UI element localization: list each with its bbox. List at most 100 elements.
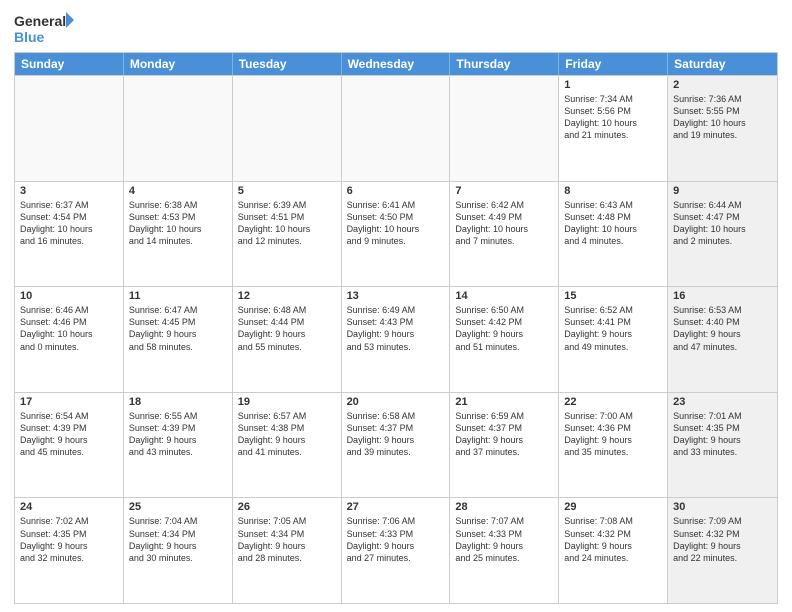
day-number: 14: [455, 290, 553, 302]
calendar-week: 3 Sunrise: 6:37 AM Sunset: 4:54 PM Daylig…: [15, 181, 777, 287]
calendar-header-cell: Wednesday: [342, 53, 451, 75]
calendar-cell: 12 Sunrise: 6:48 AM Sunset: 4:44 PM Dayli…: [233, 287, 342, 392]
cell-info: Sunrise: 6:39 AM Sunset: 4:51 PM Dayligh…: [238, 199, 336, 248]
calendar-cell: 28 Sunrise: 7:07 AM Sunset: 4:33 PM Dayli…: [450, 498, 559, 603]
cell-info: Sunrise: 7:01 AM Sunset: 4:35 PM Dayligh…: [673, 410, 772, 459]
calendar-cell: 9 Sunrise: 6:44 AM Sunset: 4:47 PM Daylig…: [668, 182, 777, 287]
calendar-cell: 17 Sunrise: 6:54 AM Sunset: 4:39 PM Dayli…: [15, 393, 124, 498]
calendar-cell: 22Sunrise: 7:00 AM Sunset: 4:36 PM Dayli…: [559, 393, 668, 498]
logo: GeneralBlue: [14, 10, 74, 46]
calendar-week: 17 Sunrise: 6:54 AM Sunset: 4:39 PM Dayli…: [15, 392, 777, 498]
day-number: 24: [20, 501, 118, 513]
day-number: 2: [673, 79, 772, 91]
svg-text:General: General: [14, 13, 66, 29]
calendar-cell: 5 Sunrise: 6:39 AM Sunset: 4:51 PM Daylig…: [233, 182, 342, 287]
cell-info: Sunrise: 7:04 AM Sunset: 4:34 PM Dayligh…: [129, 515, 227, 564]
calendar-cell: 2 Sunrise: 7:36 AM Sunset: 5:55 PM Daylig…: [668, 76, 777, 181]
cell-info: Sunrise: 6:48 AM Sunset: 4:44 PM Dayligh…: [238, 304, 336, 353]
calendar-header-cell: Friday: [559, 53, 668, 75]
header: GeneralBlue: [14, 10, 778, 46]
calendar-cell: 23 Sunrise: 7:01 AM Sunset: 4:35 PM Dayli…: [668, 393, 777, 498]
cell-info: Sunrise: 6:46 AM Sunset: 4:46 PM Dayligh…: [20, 304, 118, 353]
day-number: 25: [129, 501, 227, 513]
calendar: SundayMondayTuesdayWednesdayThursdayFrid…: [14, 52, 778, 604]
cell-info: Sunrise: 7:02 AM Sunset: 4:35 PM Dayligh…: [20, 515, 118, 564]
day-number: 29: [564, 501, 662, 513]
calendar-cell: [124, 76, 233, 181]
day-number: 11: [129, 290, 227, 302]
day-number: 19: [238, 396, 336, 408]
cell-info: Sunrise: 6:43 AM Sunset: 4:48 PM Dayligh…: [564, 199, 662, 248]
cell-info: Sunrise: 6:44 AM Sunset: 4:47 PM Dayligh…: [673, 199, 772, 248]
day-number: 6: [347, 185, 445, 197]
cell-info: Sunrise: 7:36 AM Sunset: 5:55 PM Dayligh…: [673, 93, 772, 142]
day-number: 9: [673, 185, 772, 197]
day-number: 26: [238, 501, 336, 513]
calendar-cell: 13 Sunrise: 6:49 AM Sunset: 4:43 PM Dayli…: [342, 287, 451, 392]
day-number: 27: [347, 501, 445, 513]
calendar-header: SundayMondayTuesdayWednesdayThursdayFrid…: [15, 53, 777, 75]
calendar-cell: 20 Sunrise: 6:58 AM Sunset: 4:37 PM Dayli…: [342, 393, 451, 498]
calendar-cell: 11 Sunrise: 6:47 AM Sunset: 4:45 PM Dayli…: [124, 287, 233, 392]
calendar-cell: 7 Sunrise: 6:42 AM Sunset: 4:49 PM Daylig…: [450, 182, 559, 287]
cell-info: Sunrise: 6:42 AM Sunset: 4:49 PM Dayligh…: [455, 199, 553, 248]
calendar-header-cell: Tuesday: [233, 53, 342, 75]
cell-info: Sunrise: 6:37 AM Sunset: 4:54 PM Dayligh…: [20, 199, 118, 248]
day-number: 30: [673, 501, 772, 513]
calendar-header-cell: Monday: [124, 53, 233, 75]
day-number: 15: [564, 290, 662, 302]
calendar-cell: 24 Sunrise: 7:02 AM Sunset: 4:35 PM Dayli…: [15, 498, 124, 603]
cell-info: Sunrise: 6:55 AM Sunset: 4:39 PM Dayligh…: [129, 410, 227, 459]
calendar-cell: 30 Sunrise: 7:09 AM Sunset: 4:32 PM Dayli…: [668, 498, 777, 603]
day-number: 4: [129, 185, 227, 197]
day-number: 1: [564, 79, 662, 91]
day-number: 21: [455, 396, 553, 408]
calendar-header-cell: Sunday: [15, 53, 124, 75]
cell-info: Sunrise: 7:00 AM Sunset: 4:36 PM Dayligh…: [564, 410, 662, 459]
calendar-header-cell: Thursday: [450, 53, 559, 75]
cell-info: Sunrise: 7:05 AM Sunset: 4:34 PM Dayligh…: [238, 515, 336, 564]
calendar-week: 10Sunrise: 6:46 AM Sunset: 4:46 PM Dayli…: [15, 286, 777, 392]
calendar-cell: 21Sunrise: 6:59 AM Sunset: 4:37 PM Dayli…: [450, 393, 559, 498]
calendar-cell: 6 Sunrise: 6:41 AM Sunset: 4:50 PM Daylig…: [342, 182, 451, 287]
calendar-cell: 25 Sunrise: 7:04 AM Sunset: 4:34 PM Dayli…: [124, 498, 233, 603]
cell-info: Sunrise: 6:54 AM Sunset: 4:39 PM Dayligh…: [20, 410, 118, 459]
calendar-body: 1 Sunrise: 7:34 AM Sunset: 5:56 PM Daylig…: [15, 75, 777, 603]
cell-info: Sunrise: 6:52 AM Sunset: 4:41 PM Dayligh…: [564, 304, 662, 353]
calendar-cell: 3 Sunrise: 6:37 AM Sunset: 4:54 PM Daylig…: [15, 182, 124, 287]
day-number: 8: [564, 185, 662, 197]
day-number: 28: [455, 501, 553, 513]
cell-info: Sunrise: 6:50 AM Sunset: 4:42 PM Dayligh…: [455, 304, 553, 353]
calendar-cell: 4 Sunrise: 6:38 AM Sunset: 4:53 PM Daylig…: [124, 182, 233, 287]
day-number: 20: [347, 396, 445, 408]
calendar-header-cell: Saturday: [668, 53, 777, 75]
cell-info: Sunrise: 7:34 AM Sunset: 5:56 PM Dayligh…: [564, 93, 662, 142]
calendar-cell: 19Sunrise: 6:57 AM Sunset: 4:38 PM Dayli…: [233, 393, 342, 498]
cell-info: Sunrise: 6:38 AM Sunset: 4:53 PM Dayligh…: [129, 199, 227, 248]
calendar-cell: 26 Sunrise: 7:05 AM Sunset: 4:34 PM Dayli…: [233, 498, 342, 603]
cell-info: Sunrise: 6:41 AM Sunset: 4:50 PM Dayligh…: [347, 199, 445, 248]
calendar-cell: 10Sunrise: 6:46 AM Sunset: 4:46 PM Dayli…: [15, 287, 124, 392]
day-number: 16: [673, 290, 772, 302]
day-number: 17: [20, 396, 118, 408]
day-number: 5: [238, 185, 336, 197]
cell-info: Sunrise: 7:09 AM Sunset: 4:32 PM Dayligh…: [673, 515, 772, 564]
calendar-cell: [342, 76, 451, 181]
cell-info: Sunrise: 6:47 AM Sunset: 4:45 PM Dayligh…: [129, 304, 227, 353]
logo-svg: GeneralBlue: [14, 10, 74, 46]
calendar-cell: 14 Sunrise: 6:50 AM Sunset: 4:42 PM Dayli…: [450, 287, 559, 392]
calendar-cell: 18Sunrise: 6:55 AM Sunset: 4:39 PM Dayli…: [124, 393, 233, 498]
day-number: 23: [673, 396, 772, 408]
day-number: 7: [455, 185, 553, 197]
calendar-cell: 27Sunrise: 7:06 AM Sunset: 4:33 PM Dayli…: [342, 498, 451, 603]
cell-info: Sunrise: 7:07 AM Sunset: 4:33 PM Dayligh…: [455, 515, 553, 564]
svg-text:Blue: Blue: [14, 29, 45, 45]
calendar-cell: 16Sunrise: 6:53 AM Sunset: 4:40 PM Dayli…: [668, 287, 777, 392]
calendar-cell: 15 Sunrise: 6:52 AM Sunset: 4:41 PM Dayli…: [559, 287, 668, 392]
day-number: 13: [347, 290, 445, 302]
cell-info: Sunrise: 6:49 AM Sunset: 4:43 PM Dayligh…: [347, 304, 445, 353]
calendar-cell: 8 Sunrise: 6:43 AM Sunset: 4:48 PM Daylig…: [559, 182, 668, 287]
day-number: 12: [238, 290, 336, 302]
day-number: 3: [20, 185, 118, 197]
cell-info: Sunrise: 6:58 AM Sunset: 4:37 PM Dayligh…: [347, 410, 445, 459]
